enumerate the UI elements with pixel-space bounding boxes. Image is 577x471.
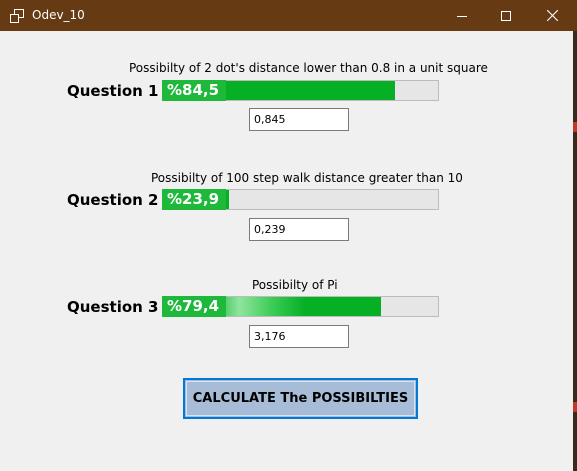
question-1-label: Question 1 xyxy=(67,82,159,100)
app-window: Odev_10 Possibilty of 2 dot's distance l… xyxy=(0,0,577,471)
question-3-percent-label: %79,4 xyxy=(162,296,226,317)
maximize-icon xyxy=(501,10,511,21)
window-icon xyxy=(10,8,24,23)
question-1-description: Possibilty of 2 dot's distance lower tha… xyxy=(129,61,488,75)
desktop-edge-mark xyxy=(573,122,577,132)
question-2-percent-label: %23,9 xyxy=(162,189,226,210)
question-3-result-field[interactable]: 3,176 xyxy=(249,325,349,348)
window-title: Odev_10 xyxy=(32,8,85,22)
minimize-button[interactable] xyxy=(439,0,485,31)
maximize-button[interactable] xyxy=(483,0,529,31)
question-2-result-field[interactable]: 0,239 xyxy=(249,218,349,241)
question-1-percent-label: %84,5 xyxy=(162,80,226,101)
question-3-description: Possibilty of Pi xyxy=(252,278,338,292)
question-2-description: Possibilty of 100 step walk distance gre… xyxy=(151,171,463,185)
minimize-icon xyxy=(457,15,467,17)
close-button[interactable] xyxy=(529,0,575,31)
calculate-button-label: CALCULATE The POSSIBILTIES xyxy=(192,391,409,406)
question-2-label: Question 2 xyxy=(67,191,159,209)
question-3-label: Question 3 xyxy=(67,298,159,316)
close-icon xyxy=(546,10,558,21)
calculate-button[interactable]: CALCULATE The POSSIBILTIES xyxy=(183,378,418,419)
desktop-edge-mark xyxy=(573,402,577,412)
question-1-result-field[interactable]: 0,845 xyxy=(249,108,349,131)
title-bar[interactable]: Odev_10 xyxy=(0,0,577,31)
